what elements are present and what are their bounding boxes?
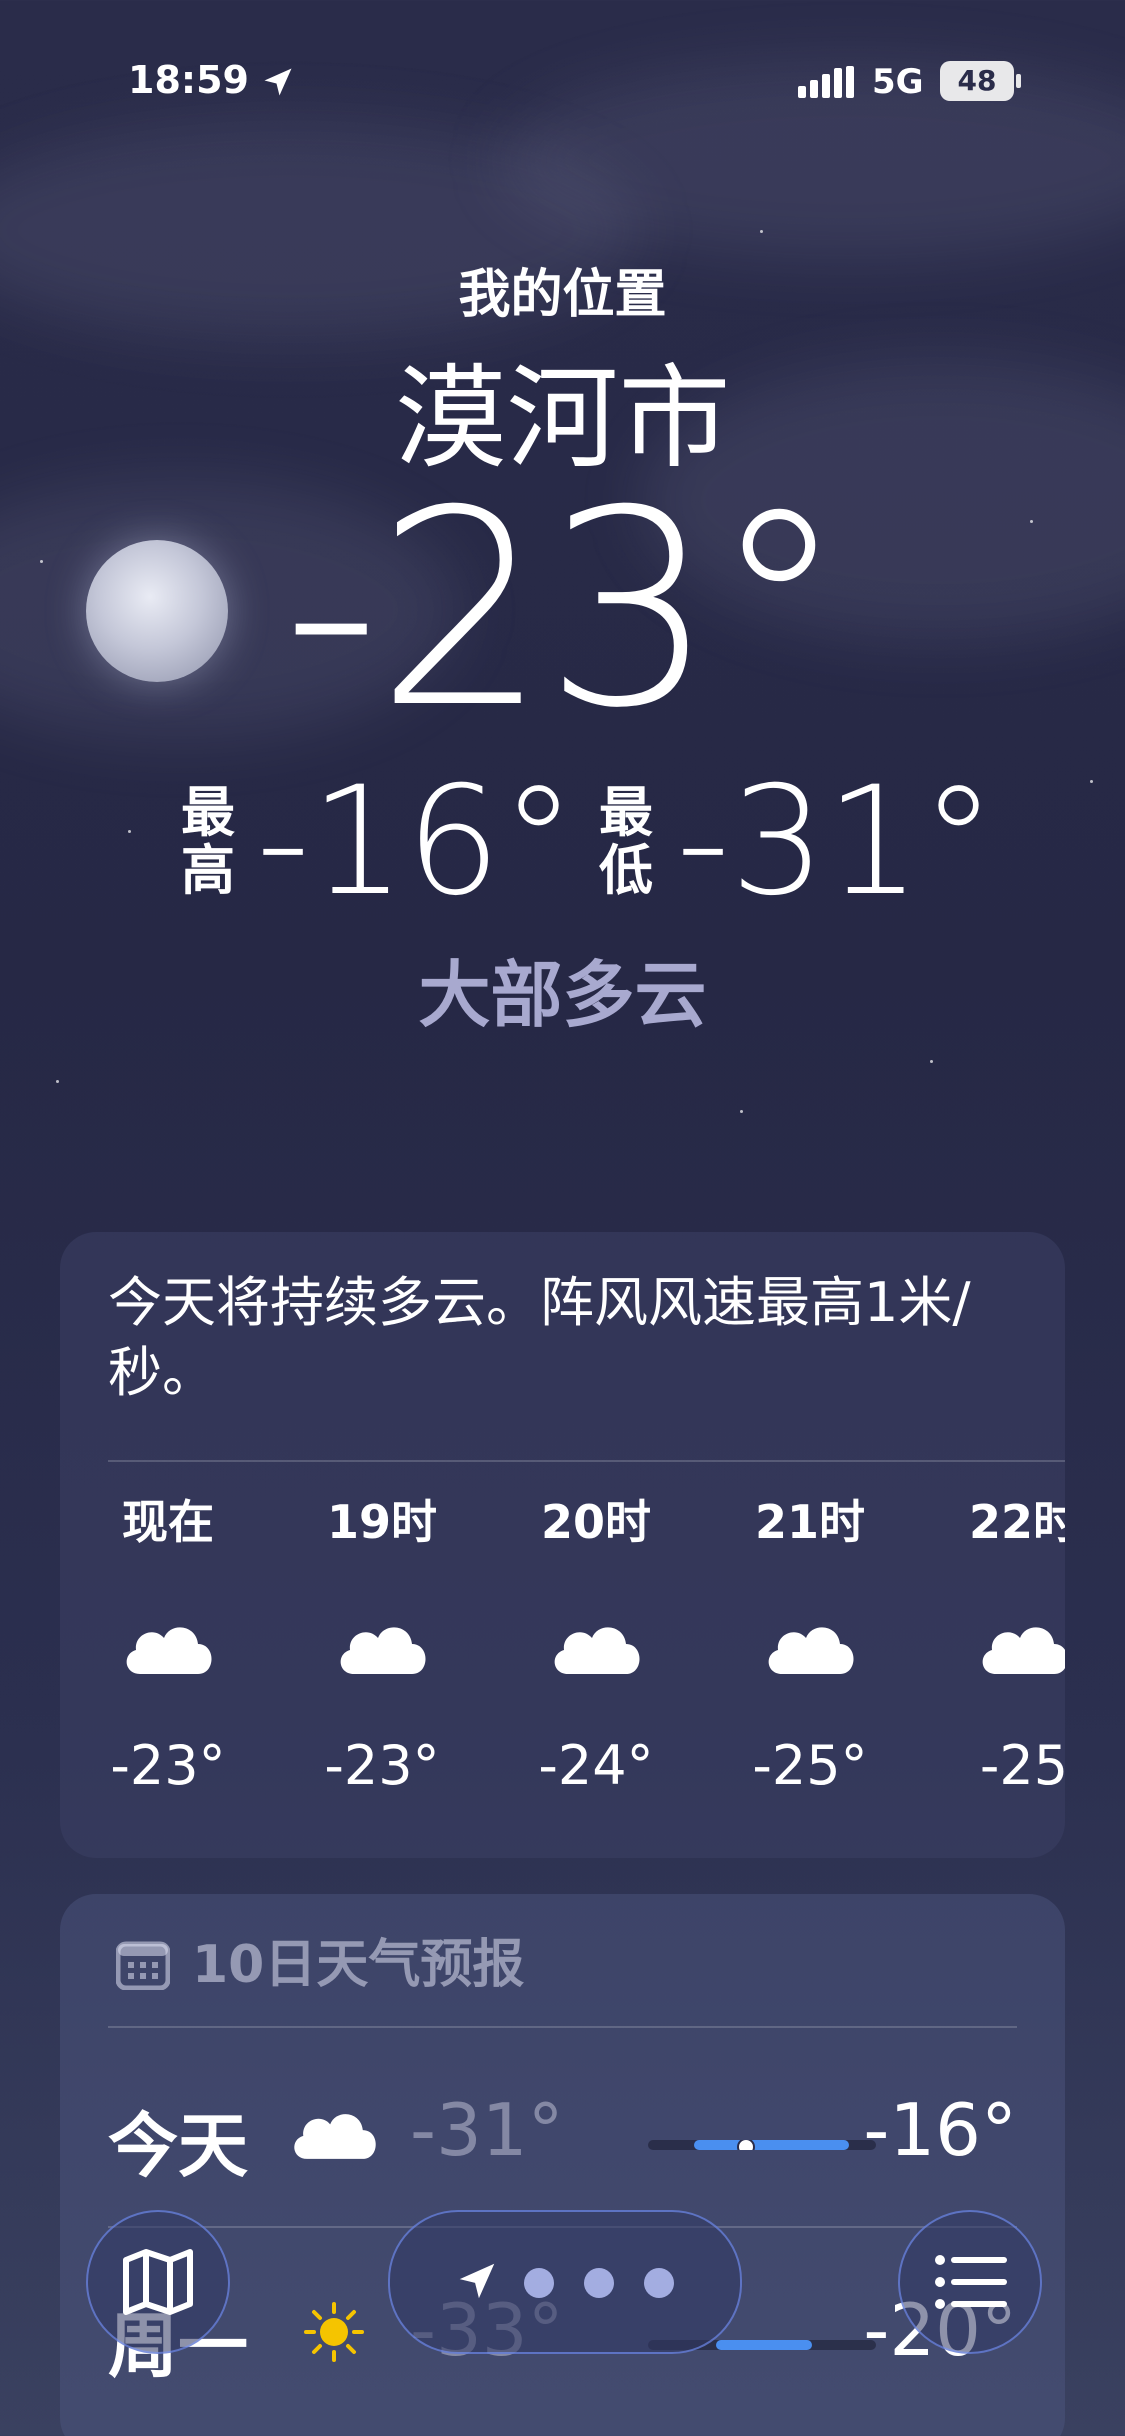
divider — [108, 1460, 1065, 1462]
network-type: 5G — [872, 62, 924, 102]
low-label-line-2: 低 — [599, 839, 653, 902]
temperature-range-fill — [716, 2340, 813, 2350]
current-temperature: -23° — [282, 452, 847, 767]
location-arrow-icon — [264, 68, 292, 96]
ten-day-forecast-card[interactable]: 10日天气预报 今天 -31° -16° 周一 -33° -20° — [60, 1894, 1065, 2436]
high-label: 最 高 — [178, 784, 238, 900]
cloud-icon — [340, 1627, 426, 1674]
battery-indicator: 48 — [940, 61, 1014, 101]
ten-day-title: 10日天气预报 — [192, 1935, 525, 1995]
hour-temperature: -25 — [979, 1734, 1065, 1797]
hour-temperature: -23° — [110, 1734, 226, 1797]
weather-condition: 大部多云 — [418, 953, 707, 1037]
hour-label: 22时 — [968, 1495, 1065, 1549]
hour-temperature: -23° — [324, 1734, 440, 1797]
page-dot[interactable] — [644, 2268, 674, 2298]
page-dot[interactable] — [524, 2268, 554, 2298]
day-row[interactable]: 今天 -31° -16° — [108, 2070, 1017, 2190]
hour-item: 21时 -25° — [740, 1492, 880, 1797]
map-button[interactable] — [86, 2210, 230, 2354]
page-indicator[interactable] — [388, 2210, 742, 2354]
city-list-button[interactable] — [898, 2210, 1042, 2354]
hour-label: 20时 — [540, 1495, 651, 1549]
hour-item: 22时 -25 — [954, 1492, 1065, 1797]
cloud-icon — [982, 1627, 1065, 1674]
high-label-line-1: 最 — [181, 781, 235, 844]
sun-icon — [304, 2302, 364, 2362]
hour-item: 19时 -23° — [312, 1492, 452, 1797]
clock: 18:59 — [128, 58, 249, 102]
high-label-line-2: 高 — [181, 839, 235, 902]
cloud-icon — [294, 2114, 376, 2159]
high-low: 最 高 -16° 最 低 -31° — [0, 762, 1125, 922]
cloud-icon — [554, 1627, 640, 1674]
hourly-forecast-card[interactable]: 今天将持续多云。阵风风速最高1米/秒。 现在 -23° 19时 -23° 20时… — [60, 1232, 1065, 1858]
hourly-list[interactable]: 现在 -23° 19时 -23° 20时 -24° 21时 -25° 22时 -… — [108, 1492, 1065, 1852]
list-icon — [935, 2255, 1007, 2309]
location-label: 我的位置 — [458, 265, 667, 325]
status-bar: 18:59 5G 48 — [0, 58, 1125, 108]
temperature-range-bar — [648, 2140, 876, 2150]
calendar-icon — [116, 1941, 170, 1990]
temperature-range-fill — [693, 2140, 849, 2150]
low-label: 最 低 — [596, 784, 656, 900]
cloud-icon — [768, 1627, 854, 1674]
low-label-line-1: 最 — [599, 781, 653, 844]
day-low-temperature: -31° — [410, 2088, 564, 2172]
day-name: 今天 — [108, 2105, 248, 2187]
forecast-summary: 今天将持续多云。阵风风速最高1米/秒。 — [108, 1271, 971, 1404]
low-temperature: -31° — [676, 755, 996, 929]
hour-label: 19时 — [326, 1495, 437, 1549]
hour-label: 现在 — [122, 1495, 214, 1549]
hour-label: 21时 — [754, 1495, 865, 1549]
battery-cap — [1016, 74, 1021, 88]
day-high-temperature: -16° — [863, 2088, 1017, 2172]
cloud-icon — [126, 1627, 212, 1674]
map-icon — [123, 2249, 193, 2315]
cellular-signal-icon — [798, 66, 854, 98]
high-temperature: -16° — [256, 755, 576, 929]
hour-item: 20时 -24° — [526, 1492, 666, 1797]
hour-temperature: -25° — [752, 1734, 868, 1797]
location-arrow-icon — [459, 2263, 495, 2299]
hour-temperature: -24° — [538, 1734, 654, 1797]
current-temperature-dot — [736, 2140, 755, 2150]
page-dot[interactable] — [584, 2268, 614, 2298]
divider — [108, 2026, 1017, 2028]
hour-item: 现在 -23° — [98, 1492, 238, 1797]
